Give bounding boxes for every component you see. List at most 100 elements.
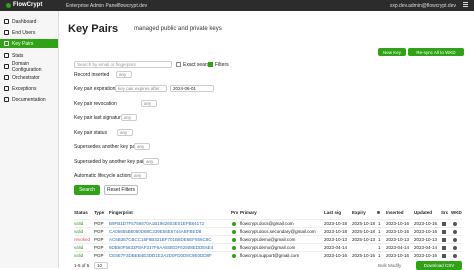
sidebar-item-orchestrator[interactable]: Orchestrator xyxy=(4,73,56,82)
primary-cell: flowcrypt.demo@gmail.com xyxy=(240,245,296,250)
supersedes-label: Supersedes another key pair xyxy=(74,144,138,150)
sidebar-item-key-pairs[interactable]: Key Pairs xyxy=(0,39,58,48)
sidebar-item-label: Exceptions xyxy=(12,85,37,92)
sidebar-item-documentation[interactable]: Documentation xyxy=(4,95,56,104)
resync-wkd-button[interactable]: Re-sync All to WKD xyxy=(408,48,464,56)
bulk-modify-button[interactable]: Bulk Modify xyxy=(378,263,401,268)
status-cell: valid xyxy=(74,245,84,250)
count-cell: 1 xyxy=(378,229,381,234)
fingerprint-link[interactable]: AC6B367CBCC15F6B321BF701B6DE6EF556C8C xyxy=(109,237,212,242)
user-icon xyxy=(377,211,380,214)
download-csv-button[interactable]: Download CSV xyxy=(416,261,462,270)
col-expiry[interactable]: Expiry xyxy=(352,210,366,215)
col-primary[interactable]: Primary xyxy=(240,210,257,215)
warning-icon xyxy=(4,86,9,91)
col-prv[interactable]: Prv xyxy=(231,210,238,215)
expiry-cell: 2025-10-18 xyxy=(352,229,376,234)
status-cell: valid xyxy=(74,229,84,234)
users-icon xyxy=(4,30,9,35)
key-icon xyxy=(4,41,9,46)
type-cell: PGP xyxy=(94,229,104,234)
last-sig-cell: 2023-10-18 xyxy=(324,229,348,234)
expiry-cell: 2025-10-18 xyxy=(352,221,376,226)
page-subtitle: managed public and private keys xyxy=(134,26,222,32)
new-key-button[interactable]: New Key xyxy=(378,48,406,56)
col-src[interactable]: Src xyxy=(441,210,448,215)
source-icon xyxy=(442,254,446,259)
sidebar-item-domain-configuration[interactable]: Domain Configuration xyxy=(4,60,56,73)
sidebar-item-stats[interactable]: Stats xyxy=(4,51,56,60)
updated-cell: 2023-04-14 xyxy=(414,245,438,250)
count-cell: 1 xyxy=(378,245,381,250)
inserted-cell: 2023-04-14 xyxy=(386,245,410,250)
revocation-select[interactable]: any xyxy=(141,100,157,107)
user-menu[interactable]: xxp.dev.admin@flowcrypt.dev xyxy=(390,3,456,9)
col-fingerprint[interactable]: Fingerprint xyxy=(109,210,133,215)
type-cell: PGP xyxy=(94,245,104,250)
col-wkd[interactable]: WKD xyxy=(451,210,462,215)
logo[interactable]: FlowCrypt xyxy=(6,2,42,8)
inserted-cell: 2023-10-16 xyxy=(386,229,410,234)
lifecycle-select[interactable]: any xyxy=(131,172,147,179)
logo-icon xyxy=(6,2,11,8)
dashboard-icon xyxy=(4,19,9,24)
expiration-date-input[interactable]: 2024-06-01 xyxy=(170,85,214,92)
reset-filters-button[interactable]: Reset Filters xyxy=(104,185,138,195)
wkd-status-icon xyxy=(453,254,457,259)
sidebar-item-label: Stats xyxy=(12,52,24,59)
table-row[interactable]: valid PGP CE5E7F3DBEB4E3DD1E2A2D0FD0D8C9… xyxy=(74,251,462,260)
status-cell: valid xyxy=(74,253,84,258)
col-type[interactable]: Type xyxy=(94,210,104,215)
last-sig-cell: 2023-10-16 xyxy=(324,253,348,258)
expiration-select[interactable]: key pair expires after xyxy=(115,85,167,92)
superseded-by-select[interactable]: any xyxy=(143,158,159,165)
domain-label: flowcrypt.dev xyxy=(118,3,148,9)
search-button-label: Search xyxy=(79,187,95,193)
last-sig-cell: 2023-10-18 xyxy=(324,221,348,226)
fingerprint-link[interactable]: B9FB1D7F5756870A1B1962603E01EFB84172 xyxy=(109,221,204,226)
col-updated[interactable]: Updated xyxy=(414,210,432,215)
download-csv-label: Download CSV xyxy=(423,263,455,268)
count-cell: 1 xyxy=(378,221,381,226)
type-cell: PGP xyxy=(94,253,104,258)
supersedes-select[interactable]: any xyxy=(134,143,150,150)
fingerprint-link[interactable]: 9DB60F5633F8AF317F6AAEBEDF62508EDDE6E4 xyxy=(109,245,213,250)
fingerprint-link[interactable]: CA06855B6050D88C339E56E6744ABFBED8 xyxy=(109,229,201,234)
exact-search-checkbox[interactable] xyxy=(176,62,181,67)
reset-filters-label: Reset Filters xyxy=(106,187,136,193)
private-key-icon xyxy=(232,254,236,259)
logo-text: FlowCrypt xyxy=(13,2,43,8)
search-button[interactable]: Search xyxy=(74,185,100,195)
sidebar-item-end-users[interactable]: End Users xyxy=(4,28,56,37)
settings-icon xyxy=(4,64,9,69)
last-signature-select[interactable]: any xyxy=(121,114,137,121)
expiration-label: Key pair expiration xyxy=(74,86,116,92)
sidebar-item-label: Orchestrator xyxy=(12,74,40,81)
fingerprint-link[interactable]: CE5E7F3DBEB4E3DD1E2A2D0FD0D8C9E0DD8F xyxy=(109,253,212,258)
hamburger-icon[interactable] xyxy=(463,2,468,8)
orchestrator-icon xyxy=(4,75,9,80)
page-title: Key Pairs xyxy=(68,23,119,35)
col-status[interactable]: Status xyxy=(74,210,88,215)
record-inserted-select[interactable]: any xyxy=(116,71,132,78)
filters-checkbox[interactable] xyxy=(208,62,213,67)
status-cell: revoked xyxy=(74,237,91,242)
sidebar-item-exceptions[interactable]: Exceptions xyxy=(4,84,56,93)
status-select[interactable]: any xyxy=(117,129,133,136)
status-label: Key pair status xyxy=(74,130,108,136)
primary-cell: flowcrypt.demo@gmail.com xyxy=(240,237,296,242)
stats-icon xyxy=(4,53,9,58)
last-signature-label: Key pair last signature xyxy=(74,115,124,121)
pagination-range: 1-5 of 5 xyxy=(74,263,90,268)
updated-cell: 2023-10-16 xyxy=(414,253,438,258)
col-inserted[interactable]: Inserted xyxy=(386,210,404,215)
status-cell: valid xyxy=(74,221,84,226)
sidebar-item-label: Domain Configuration xyxy=(11,60,42,73)
last-sig-cell: 2023-04-14 xyxy=(324,245,348,250)
col-count[interactable] xyxy=(377,210,380,215)
sidebar: Dashboard End Users Key Pairs Stats Doma… xyxy=(0,11,59,268)
sidebar-item-dashboard[interactable]: Dashboard xyxy=(4,17,56,26)
col-last-sig[interactable]: Last sig xyxy=(324,210,341,215)
main-content: Key Pairs managed public and private key… xyxy=(58,11,474,270)
search-input[interactable]: Search by email or fingerprint xyxy=(74,61,172,68)
